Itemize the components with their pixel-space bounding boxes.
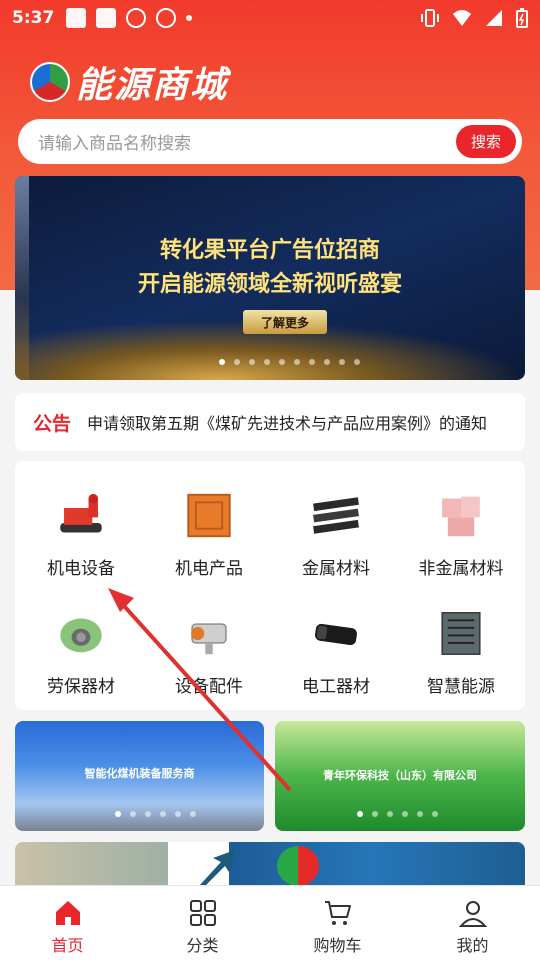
tab-label: 我的 [456,936,489,955]
tab-profile[interactable]: 我的 [405,886,540,960]
status-time: 5:37 [12,8,55,28]
tab-label: 首页 [51,936,84,955]
status-bar: 5:37 [0,0,540,36]
category-label: 机电产品 [175,559,243,579]
category-label: 机电设备 [47,559,115,579]
wifi-icon [453,10,471,26]
company-logo-icon [277,846,319,886]
pagination-dot[interactable] [145,811,151,817]
category-item[interactable]: 金属材料 [272,469,400,579]
announcement-text[interactable]: 申请领取第五期《煤矿先进技术与产品应用案例》的通知 [87,410,487,434]
home-icon [55,901,80,925]
camera-part-icon [191,623,227,655]
pagination-dot[interactable] [354,359,360,365]
logo-text: 能源商城 [76,65,229,106]
announcement-bar[interactable]: 公告 申请领取第五期《煤矿先进技术与产品应用案例》的通知 [15,393,525,451]
promo-left-pagination [115,811,196,817]
banner-headline: 转化果平台广告位招商 [159,238,380,263]
pagination-dot[interactable] [402,811,408,817]
play-notification-icon [126,8,147,28]
server-cabinet-icon [441,612,481,655]
category-label: 金属材料 [302,559,370,579]
image-notification-icon [96,8,117,28]
battery-status-icon [516,8,528,28]
pagination-dot[interactable] [264,359,270,365]
category-label: 电工器材 [302,677,370,697]
tab-home[interactable]: 首页 [0,886,135,960]
category-grid: 机电设备 机电产品 金属材料 非金属材料 劳保器材 设备配件 电工器材 智慧能源 [15,461,525,710]
category-label: 设备配件 [175,677,243,697]
tab-label: 分类 [186,936,219,955]
user-icon [458,901,487,927]
pagination-dot[interactable] [309,359,315,365]
arrow-graphic-icon [199,850,235,886]
banner-pagination [219,359,360,365]
category-item[interactable]: 设备配件 [145,587,273,697]
more-notifications-dot [186,15,193,21]
category-item[interactable]: 机电产品 [145,469,273,579]
banner-carousel[interactable]: 转化果平台广告位招商 开启能源领域全新视听盛宴 了解更多 [15,176,525,380]
mining-machine-icon [60,493,102,533]
learn-more-button[interactable]: 了解更多 [243,310,327,334]
pagination-dot[interactable] [234,359,240,365]
pagination-dot[interactable] [160,811,166,817]
pagination-dot[interactable] [339,359,345,365]
search-button[interactable]: 搜索 [456,125,516,158]
pagination-dot[interactable] [372,811,378,817]
pagination-dot[interactable] [175,811,181,817]
vibrate-icon [421,9,439,27]
pagination-dot[interactable] [279,359,285,365]
app-notification-icon [66,8,87,28]
search-input[interactable]: 请输入商品名称搜索 搜索 [18,119,522,164]
category-label: 劳保器材 [47,677,115,697]
bricks-icon [442,496,480,537]
category-item[interactable]: 电工器材 [272,587,400,697]
pagination-dot[interactable] [115,811,121,817]
pagination-dot[interactable] [432,811,438,817]
pagination-dot[interactable] [324,359,330,365]
featured-banner-strip[interactable] [15,842,525,886]
category-item[interactable]: 智慧能源 [397,587,525,697]
pagination-dot[interactable] [190,811,196,817]
brand-globe-icon [30,62,70,102]
promo-banner-left[interactable]: 智能化煤机装备服务商 [15,721,264,831]
search-placeholder: 请输入商品名称搜索 [38,134,191,154]
electrical-box-icon [187,493,231,538]
system-icons [420,8,528,28]
bottom-tab-bar: 首页 分类 购物车 我的 [0,885,540,960]
category-item[interactable]: 劳保器材 [17,587,145,697]
tab-label: 购物车 [313,936,362,955]
pagination-dot[interactable] [357,811,363,817]
pagination-dot[interactable] [417,811,423,817]
category-item[interactable]: 机电设备 [17,469,145,579]
battery-icon [315,623,357,645]
tab-cart[interactable]: 购物车 [270,886,405,960]
pagination-dot[interactable] [249,359,255,365]
category-label: 智慧能源 [427,677,495,697]
grid-icon [189,900,216,926]
play-notification-icon-2 [156,8,177,28]
signal-icon [486,10,502,26]
announcement-label: 公告 [33,412,72,435]
banner-subheadline: 开启能源领域全新视听盛宴 [137,272,402,297]
metal-rails-icon [313,497,359,534]
pagination-dot[interactable] [387,811,393,817]
category-item[interactable]: 非金属材料 [397,469,525,579]
pagination-dot[interactable] [219,359,225,365]
promo-right-pagination [357,811,438,817]
notification-icons [66,8,193,28]
promo-right-title: 青年环保科技（山东）有限公司 [323,769,477,782]
promo-left-title: 智能化煤机装备服务商 [84,767,195,780]
pagination-dot[interactable] [294,359,300,365]
cart-icon [324,901,351,925]
app-logo: 能源商城 [30,56,228,108]
tab-category[interactable]: 分类 [135,886,270,960]
pagination-dot[interactable] [130,811,136,817]
respirator-mask-icon [60,618,102,653]
category-label: 非金属材料 [418,559,504,579]
promo-banner-right[interactable]: 青年环保科技（山东）有限公司 [275,721,525,831]
